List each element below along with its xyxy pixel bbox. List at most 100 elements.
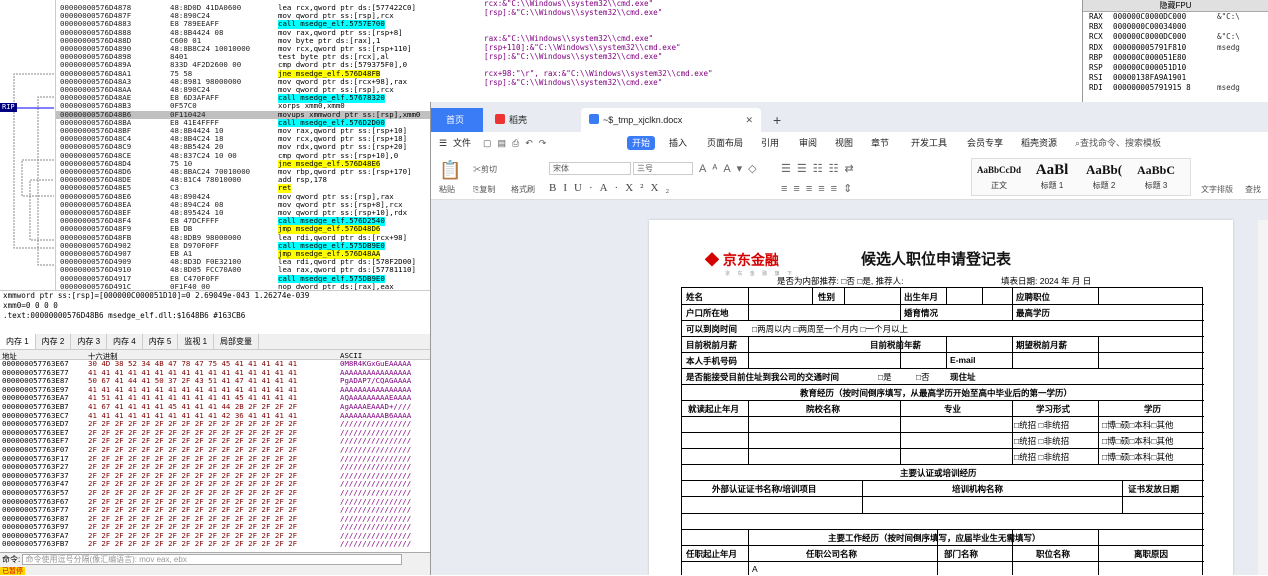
- table-rule: [748, 529, 749, 575]
- menu-layout[interactable]: 页面布局: [707, 132, 743, 154]
- disasm-address: 00000000576D491C: [60, 281, 132, 290]
- style-h3-label: 标题 3: [1144, 181, 1168, 190]
- menu-start[interactable]: 开始: [627, 136, 656, 150]
- menu-review[interactable]: 审阅: [799, 132, 817, 154]
- vertical-scrollbar[interactable]: [1258, 220, 1268, 575]
- wps-window[interactable]: 首页 稻壳 ~$_tmp_xjclkn.docx ✕ + ☰ 文件 ▢▤⎙↶↷ 开…: [430, 102, 1268, 575]
- application-form-table[interactable]: 姓名 性别 出生年月 应聘职位 户口所在地 婚育情况 最高学历 可以到岗时间 □两周以内 □两周…: [681, 287, 1204, 575]
- table-rule: [1012, 400, 1013, 464]
- register-row[interactable]: RAX 000000C0000DC000 &"C:\: [1083, 12, 1268, 22]
- register-row[interactable]: RSP 000000C000051D10: [1083, 63, 1268, 73]
- menu-member[interactable]: 会员专享: [967, 132, 1003, 154]
- register-row[interactable]: RCX 000000C0000DC000 &"C:\: [1083, 32, 1268, 42]
- label-gender: 性别: [818, 292, 836, 302]
- registers-panel[interactable]: 隐藏FPU RAX 000000C0000DC000 &"C:\ RBX 0000000…: [1082, 0, 1268, 102]
- list-buttons[interactable]: ☰☰☷☷⇄: [781, 162, 860, 175]
- menu-dev[interactable]: 开发工具: [911, 132, 947, 154]
- education-header: 学历: [1144, 404, 1162, 414]
- register-row[interactable]: RSI 00000138FA9A1901: [1083, 73, 1268, 83]
- align-buttons[interactable]: ≡≡≡≡≡⇕: [781, 182, 858, 195]
- menu-section[interactable]: 章节: [871, 132, 889, 154]
- table-rule: [682, 368, 1204, 369]
- menu-reference[interactable]: 引用: [761, 132, 779, 154]
- dump-row[interactable]: 000000057763FC7 2F 2F 2F 2F 2F 2F 2F 2F 2…: [0, 548, 430, 550]
- register-row[interactable]: RDX 000000005791F810 msedg: [1083, 43, 1268, 53]
- degree-options: □博□硕□本科□其他: [1102, 436, 1174, 446]
- register-row[interactable]: RBP 000000C000051E80: [1083, 53, 1268, 63]
- jd-finance-logo: ◆ 京东金融京 东 金 融 旗 下: [705, 252, 795, 277]
- menu-view[interactable]: 视图: [835, 132, 853, 154]
- style-h1[interactable]: AaBl 标题 1: [1027, 160, 1077, 196]
- tab-memory-2[interactable]: 内存 2: [36, 334, 72, 349]
- status-paused: 已暂停: [0, 567, 25, 575]
- menu-docer[interactable]: 稻壳资源: [1021, 132, 1057, 154]
- table-rule: [900, 288, 901, 320]
- degree-options: □博□硕□本科□其他: [1102, 452, 1174, 462]
- table-rule: [1098, 400, 1099, 464]
- disasm-row[interactable]: 00000000576D491C 0F1F40 00 nop dword ptr d…: [56, 281, 430, 290]
- tab-document[interactable]: ~$_tmp_xjclkn.docx ✕: [581, 108, 761, 132]
- copy-button[interactable]: ⎘复制: [473, 184, 495, 195]
- search-commands[interactable]: ⌕查找命令、搜索模板: [1075, 132, 1161, 154]
- register-name: RSP: [1089, 62, 1103, 72]
- command-input[interactable]: 命令使用逗号分隔(像汇编语言): mov eax, ebx: [22, 554, 403, 566]
- menu-insert[interactable]: 插入: [669, 132, 687, 154]
- tab-memory-1[interactable]: 内存 1: [0, 334, 36, 349]
- register-name: RAX: [1089, 12, 1103, 21]
- table-rule: [682, 384, 1204, 385]
- paste-icon[interactable]: 📋: [439, 160, 461, 181]
- education-header: 专业: [944, 404, 962, 414]
- style-normal-label: 正文: [991, 181, 1007, 190]
- table-rule: [682, 464, 1204, 465]
- font-select[interactable]: 宋体: [549, 162, 631, 175]
- style-normal[interactable]: AaBbCcDd 正文: [974, 160, 1024, 196]
- register-name: RDI: [1089, 83, 1103, 93]
- paste-button[interactable]: 粘贴: [439, 184, 455, 195]
- table-rule: [748, 336, 749, 368]
- register-name: RCX: [1089, 32, 1103, 42]
- work-header: 任职公司名称: [806, 549, 858, 559]
- menu-icon[interactable]: ☰: [439, 132, 447, 154]
- find-button[interactable]: 查找: [1245, 184, 1261, 195]
- register-row[interactable]: RBX 0000000C00034000: [1083, 22, 1268, 32]
- format-painter-button[interactable]: 格式刷: [511, 184, 535, 195]
- disassembly-view[interactable]: RIP 00000000576D4878 48:8D0D 41DA0600 lea …: [0, 0, 430, 290]
- table-rule: [682, 336, 1204, 337]
- style-h3[interactable]: AaBbC 标题 3: [1131, 160, 1181, 196]
- font-buttons[interactable]: AᴬA▾◇: [699, 162, 763, 175]
- table-rule: [682, 496, 1204, 497]
- format-buttons[interactable]: BIU·A·X²X₂: [549, 182, 676, 194]
- new-tab-icon[interactable]: +: [765, 108, 789, 132]
- hide-fpu-button[interactable]: 隐藏FPU: [1083, 0, 1268, 12]
- document-page[interactable]: ◆ 京东金融京 东 金 融 旗 下 候选人职位申请登记表 是否为内部推荐: □否…: [649, 220, 1233, 575]
- tab-memory-4[interactable]: 内存 4: [107, 334, 143, 349]
- memory-dump[interactable]: 地址 十六进制 ASCII 000000057763E67 30 4D 38 52…: [0, 350, 430, 550]
- tab-watch-1[interactable]: 监视 1: [178, 334, 215, 349]
- text-layout-button[interactable]: 文字排版: [1201, 184, 1233, 195]
- quick-access-icons[interactable]: ▢▤⎙↶↷: [483, 132, 552, 154]
- ribbon[interactable]: 📋 粘贴 ✂剪切 ⎘复制 格式刷 宋体 三号 BIU·A·X²X₂ AᴬA▾◇ …: [431, 154, 1268, 200]
- style-h2[interactable]: AaBb(标题 2: [1079, 160, 1129, 196]
- table-rule: [682, 352, 1204, 353]
- register-rows[interactable]: RAX 000000C0000DC000 &"C:\ RBX 0000000C00034…: [1083, 12, 1268, 94]
- tab-memory-3[interactable]: 内存 3: [71, 334, 108, 349]
- tab-docer[interactable]: 稻壳: [487, 108, 577, 132]
- work-header: 部门名称: [944, 549, 979, 559]
- table-rule: [748, 288, 749, 320]
- register-symbol: msedg: [1217, 83, 1240, 93]
- dump-rows[interactable]: 000000057763E67 30 4D 38 52 34 4B 47 78 4…: [0, 359, 430, 550]
- menu-file[interactable]: 文件: [453, 132, 471, 154]
- register-value: 000000005791F810: [1113, 42, 1187, 52]
- tab-memory-5[interactable]: 内存 5: [143, 334, 179, 349]
- memory-tabs[interactable]: 内存 1 内存 2 内存 3 内存 4 内存 5 监视 1 局部变量: [0, 334, 430, 350]
- register-value: 000000C000051E80: [1113, 52, 1187, 62]
- menu-bar[interactable]: ☰ 文件 ▢▤⎙↶↷ 开始 插入 页面布局 引用 审阅 视图 章节 开发工具 会…: [431, 132, 1268, 154]
- tab-home[interactable]: 首页: [431, 108, 483, 132]
- font-size-select[interactable]: 三号: [633, 162, 693, 175]
- tab-locals[interactable]: 局部变量: [214, 334, 260, 349]
- register-row[interactable]: RDI 000000005791915 8 msedg: [1083, 83, 1268, 93]
- disasm-instruction: nop dword ptr ds:[rax],eax: [278, 281, 394, 290]
- tab-close-icon[interactable]: ✕: [745, 108, 753, 132]
- cut-button[interactable]: ✂剪切: [473, 164, 497, 175]
- cell-mark: A: [752, 564, 758, 574]
